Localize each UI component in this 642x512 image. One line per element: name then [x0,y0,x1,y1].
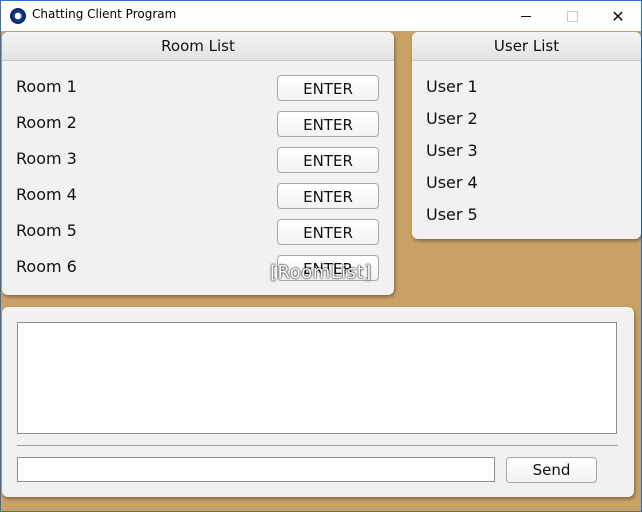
enter-room-2-button[interactable]: ENTER [277,111,379,137]
minimize-button[interactable] [503,1,549,31]
room-list-overlay-caption: [RoomList] [270,262,372,283]
user-item-2: User 2 [426,109,478,128]
user-item-3: User 3 [426,141,478,160]
room-label-6: Room 6 [16,257,77,276]
app-window: Chatting Client Program ✕ Room List Room… [0,0,642,512]
chat-log-area[interactable] [17,322,617,434]
app-logo-icon [10,8,26,24]
user-list-title: User List [412,32,641,61]
maximize-icon [566,10,578,22]
enter-room-4-button[interactable]: ENTER [277,183,379,209]
message-input[interactable] [17,457,495,482]
send-button[interactable]: Send [506,457,597,483]
room-label-5: Room 5 [16,221,77,240]
enter-room-1-button[interactable]: ENTER [277,75,379,101]
room-label-4: Room 4 [16,185,77,204]
enter-room-3-button[interactable]: ENTER [277,147,379,173]
user-item-4: User 4 [426,173,478,192]
chat-panel: Send [2,307,634,497]
close-icon: ✕ [611,6,625,26]
room-label-3: Room 3 [16,149,77,168]
room-label-1: Room 1 [16,77,77,96]
chat-divider [17,445,618,446]
user-list-panel: User List User 1 User 2 User 3 User 4 Us… [412,32,641,239]
enter-room-5-button[interactable]: ENTER [277,219,379,245]
title-bar[interactable]: Chatting Client Program ✕ [1,1,641,31]
user-item-1: User 1 [426,77,478,96]
minimize-icon [521,15,531,17]
user-item-5: User 5 [426,205,478,224]
room-label-2: Room 2 [16,113,77,132]
room-list-panel: Room List Room 1 ENTER Room 2 ENTER Room… [2,32,394,295]
client-area: Room List Room 1 ENTER Room 2 ENTER Room… [1,31,641,511]
window-title: Chatting Client Program [32,7,177,21]
room-list-title: Room List [2,32,394,61]
close-button[interactable]: ✕ [595,1,641,31]
maximize-button[interactable] [549,1,595,31]
